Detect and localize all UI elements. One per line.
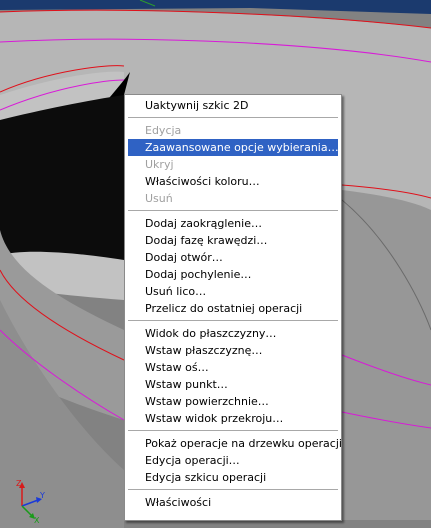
menu-item-wstaw-widok-przekroju[interactable]: Wstaw widok przekroju… xyxy=(128,410,338,427)
menu-separator xyxy=(128,117,338,118)
menu-item-zaawansowane-opcje-wybierania[interactable]: Zaawansowane opcje wybierania… xyxy=(128,139,339,156)
menu-separator xyxy=(128,320,338,321)
orientation-triad-icon: Z Y X xyxy=(16,479,45,524)
menu-item-wlasciwosci[interactable]: Właściwości xyxy=(128,494,338,511)
context-menu: Uaktywnij szkic 2D Edycja Zaawansowane opc… xyxy=(124,94,342,521)
menu-item-dodaj-pochylenie[interactable]: Dodaj pochylenie… xyxy=(128,266,338,283)
menu-separator xyxy=(128,210,338,211)
triad-y-label: Y xyxy=(39,491,45,500)
menu-item-edycja: Edycja xyxy=(145,124,182,137)
menu-item-edycja-szkicu-operacji[interactable]: Edycja szkicu operacji xyxy=(128,469,338,486)
menu-item-pokaz-operacje-na-drzewku-operacji[interactable]: Pokaż operacje na drzewku operacji xyxy=(128,435,342,452)
menu-item-wstaw-plaszczyzne[interactable]: Wstaw płaszczyznę… xyxy=(128,342,338,359)
menu-item-dodaj-otwor[interactable]: Dodaj otwór… xyxy=(128,249,338,266)
menu-item-dodaj-faze-krawedzi[interactable]: Dodaj fazę krawędzi… xyxy=(128,232,338,249)
menu-item-wstaw-powierzchnie[interactable]: Wstaw powierzchnie… xyxy=(128,393,338,410)
menu-item-widok-do-plaszczyzny[interactable]: Widok do płaszczyzny… xyxy=(128,325,338,342)
menu-item-przelicz-do-ostatniej-operacji[interactable]: Przelicz do ostatniej operacji xyxy=(128,300,338,317)
menu-item-usun: Usuń xyxy=(145,192,173,205)
menu-item-uaktywnij-szkic-2d[interactable]: Uaktywnij szkic 2D xyxy=(128,97,338,114)
menu-item-edycja-operacji[interactable]: Edycja operacji… xyxy=(128,452,338,469)
menu-item-wlasciwosci-koloru[interactable]: Właściwości koloru… xyxy=(128,173,338,190)
menu-item-ukryj: Ukryj xyxy=(145,158,174,171)
menu-item-usun-lico[interactable]: Usuń lico… xyxy=(128,283,338,300)
triad-x-label: X xyxy=(34,516,40,524)
menu-separator xyxy=(128,430,338,431)
triad-z-label: Z xyxy=(16,479,22,488)
menu-item-wstaw-os[interactable]: Wstaw oś… xyxy=(128,359,338,376)
menu-separator xyxy=(128,489,338,490)
menu-item-wstaw-punkt[interactable]: Wstaw punkt… xyxy=(128,376,338,393)
menu-item-dodaj-zaokraglenie[interactable]: Dodaj zaokrąglenie… xyxy=(128,215,338,232)
